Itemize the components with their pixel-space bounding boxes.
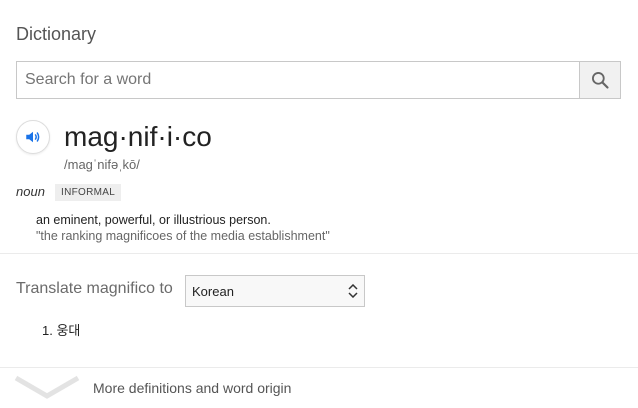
definition-text: an eminent, powerful, or illustrious per… xyxy=(36,213,271,227)
section-divider xyxy=(0,253,638,254)
translate-label: Translate magnifico to xyxy=(16,280,173,297)
select-arrows-icon xyxy=(348,284,358,298)
search-icon xyxy=(592,72,609,89)
panel-title: Dictionary xyxy=(16,24,97,44)
language-select-value: Korean xyxy=(192,283,234,299)
search-button[interactable] xyxy=(579,62,620,98)
more-definitions-label: More definitions and word origin xyxy=(93,380,292,396)
translation-text: 웅대 xyxy=(56,323,81,338)
speaker-icon xyxy=(26,131,40,143)
register-badge: INFORMAL xyxy=(55,184,122,201)
pronunciation-button[interactable] xyxy=(16,120,50,154)
headword: mag·nif·i·co xyxy=(64,121,212,152)
search-input[interactable] xyxy=(17,62,579,98)
part-of-speech: noun xyxy=(16,184,45,199)
more-definitions-link[interactable]: More definitions and word origin xyxy=(0,368,638,408)
language-select[interactable]: Korean xyxy=(185,275,365,307)
phonetic-spelling: /magˈnifəˌkō/ xyxy=(64,157,140,172)
example-sentence: "the ranking magnificoes of the media es… xyxy=(36,229,330,243)
dictionary-card: Dictionary mag·nif·i·co /magˈnifəˌkō/ no… xyxy=(0,0,638,408)
chevron-down-icon xyxy=(14,375,80,399)
translation-number: 1. xyxy=(42,323,53,338)
translation-item: 1. 웅대 xyxy=(42,320,80,339)
search-box xyxy=(16,61,621,99)
